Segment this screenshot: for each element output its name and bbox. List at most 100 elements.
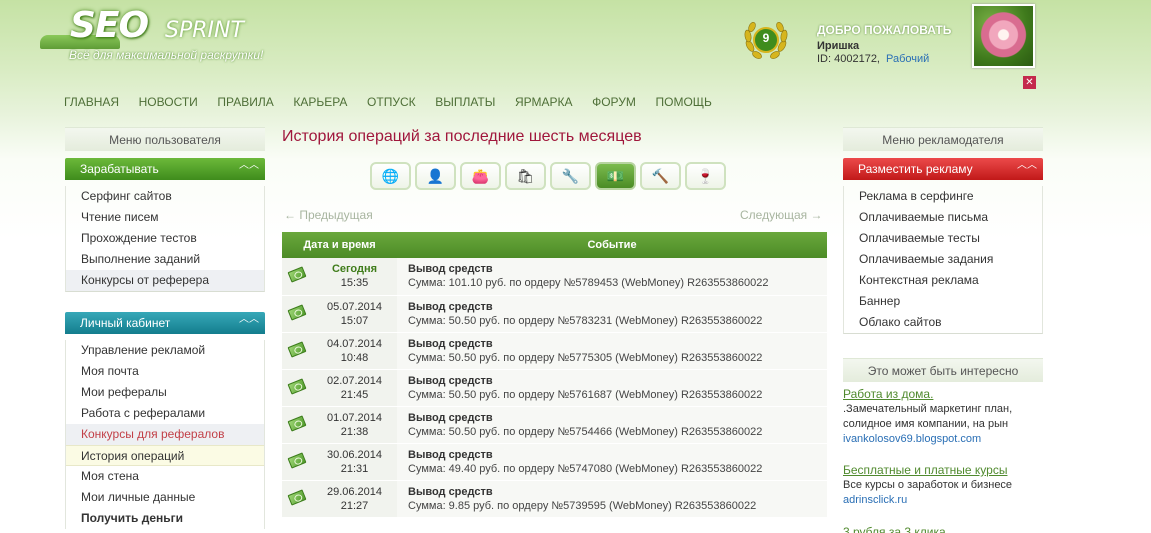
shopping-bag-icon: 🛍 (516, 167, 535, 184)
chevron-up-icon[interactable]: ︿︿ (239, 314, 259, 326)
globe-icon: 🌐 (381, 167, 400, 184)
nav-career[interactable]: КАРЬЕРА (293, 95, 347, 109)
nav-payouts[interactable]: ВЫПЛАТЫ (435, 95, 495, 109)
row-time: 15:35 (340, 277, 369, 290)
menu-item-operation-history[interactable]: История операций (66, 445, 264, 466)
avatar[interactable] (972, 4, 1035, 68)
menu-item-banner[interactable]: Баннер (844, 291, 1042, 312)
nav-home[interactable]: ГЛАВНАЯ (64, 95, 119, 109)
row-event-title: Вывод средств (408, 485, 493, 498)
menu-item-ad-management[interactable]: Управление рекламой (66, 340, 264, 361)
menu-item-my-wall[interactable]: Моя стена (66, 466, 264, 487)
row-time: 21:45 (340, 388, 369, 401)
user-status-link[interactable]: Рабочий (886, 53, 929, 65)
menu-item-work-referrals[interactable]: Работа с рефералами (66, 403, 264, 424)
close-icon[interactable]: ✕ (1023, 76, 1036, 89)
row-date-cell: Сегодня 15:35 (312, 258, 397, 296)
site-logo[interactable]: SEO SPRINT Всё для максимальной раскрутк… (40, 5, 290, 65)
row-date: 29.06.2014 (326, 485, 383, 498)
money-icon (287, 266, 307, 283)
filter-button-shopping-bag[interactable]: 🛍 (505, 162, 546, 190)
row-date-cell: 01.07.2014 21:38 (312, 406, 397, 444)
earn-section-header[interactable]: Зарабатывать ︿︿ (65, 158, 265, 180)
menu-item-my-referrals[interactable]: Мои рефералы (66, 382, 264, 403)
menu-item-get-money[interactable]: Получить деньги (66, 508, 264, 529)
row-event-cell: Вывод средств Сумма: 50.50 руб. по ордеру… (397, 406, 827, 444)
ad-title-link[interactable]: Бесплатные и платные курсы (843, 462, 1043, 478)
money-icon (287, 451, 307, 469)
user-id-line: ID: 4002172, Рабочий (817, 53, 929, 65)
menu-item-surf-ads[interactable]: Реклама в серфинге (844, 186, 1042, 207)
nav-rules[interactable]: ПРАВИЛА (217, 95, 273, 109)
row-date: 05.07.2014 (326, 300, 383, 313)
tools-icon: 🔧 (561, 167, 580, 184)
filter-button-wallet[interactable]: 👛 (460, 162, 501, 190)
menu-item-paid-tasks[interactable]: Оплачиваемые задания (844, 249, 1042, 270)
row-event-cell: Вывод средств Сумма: 50.50 руб. по ордеру… (397, 332, 827, 370)
menu-item-read-mail[interactable]: Чтение писем (66, 207, 264, 228)
menu-item-context-ads[interactable]: Контекстная реклама (844, 270, 1042, 291)
row-event-cell: Вывод средств Сумма: 101.10 руб. по ордер… (397, 258, 827, 296)
row-icon-cell (282, 369, 312, 407)
filter-button-hammer[interactable]: 🔨 (640, 162, 681, 190)
ad-block: Бесплатные и платные курсы Все курсы о з… (843, 462, 1043, 508)
row-time: 15:07 (340, 314, 369, 327)
ad-url-link[interactable]: ivankolosov69.blogspot.com (843, 432, 1043, 447)
ad-block: 3 рубля за 3 клика (843, 524, 1043, 533)
chevron-up-icon[interactable]: ︿︿ (239, 160, 259, 172)
nav-help[interactable]: ПОМОЩЬ (656, 95, 712, 109)
filter-button-user[interactable]: 👤 (415, 162, 456, 190)
next-page-link[interactable]: Следующая → (740, 208, 822, 222)
cabinet-section-label: Личный кабинет (80, 316, 171, 330)
row-event-detail: Сумма: 9.85 руб. по ордеру №5739595 (Web… (408, 499, 757, 512)
row-date: 04.07.2014 (326, 337, 383, 350)
prev-page-link[interactable]: ← Предыдущая (284, 208, 373, 222)
menu-item-surfing[interactable]: Серфинг сайтов (66, 186, 264, 207)
nav-vacation[interactable]: ОТПУСК (367, 95, 416, 109)
nav-fair[interactable]: ЯРМАРКА (515, 95, 573, 109)
advertiser-menu-title: Меню рекламодателя (843, 127, 1043, 151)
earn-section-label: Зарабатывать (80, 162, 159, 176)
ad-url-link[interactable]: adrinsclick.ru (843, 493, 1043, 508)
menu-item-referrer-contests[interactable]: Конкурсы от реферера (66, 270, 264, 291)
menu-item-personal-data[interactable]: Мои личные данные (66, 487, 264, 508)
place-ad-section-header[interactable]: Разместить рекламу ︿︿ (843, 158, 1043, 180)
row-event-title: Вывод средств (408, 263, 493, 276)
menu-item-tasks[interactable]: Выполнение заданий (66, 249, 264, 270)
wallet-icon: 👛 (471, 167, 490, 184)
table-row: 02.07.2014 21:45 Вывод средств Сумма: 50.50… (282, 369, 827, 407)
row-event-cell: Вывод средств Сумма: 49.40 руб. по ордеру… (397, 443, 827, 481)
row-date-cell: 29.06.2014 21:27 (312, 480, 397, 518)
filter-button-wine-glass[interactable]: 🍷 (685, 162, 726, 190)
filter-button-globe[interactable]: 🌐 (370, 162, 411, 190)
chevron-up-icon[interactable]: ︿︿ (1017, 160, 1037, 172)
level-badge[interactable]: 9 (742, 16, 790, 64)
user-icon: 👤 (426, 167, 445, 184)
nav-news[interactable]: НОВОСТИ (139, 95, 198, 109)
table-row: 29.06.2014 21:27 Вывод средств Сумма: 9.85 … (282, 480, 827, 518)
ad-title-link[interactable]: Работа из дома. (843, 386, 1043, 402)
logo-seo-text: SEO (70, 5, 149, 46)
row-date-cell: 05.07.2014 15:07 (312, 295, 397, 333)
row-icon-cell (282, 406, 312, 444)
user-menu-title: Меню пользователя (65, 127, 265, 151)
money-icon (287, 414, 307, 432)
row-icon-cell (282, 295, 312, 333)
money-icon: 💵 (606, 167, 625, 184)
menu-item-paid-mail[interactable]: Оплачиваемые письма (844, 207, 1042, 228)
menu-item-site-cloud[interactable]: Облако сайтов (844, 312, 1042, 333)
menu-item-tests[interactable]: Прохождение тестов (66, 228, 264, 249)
filter-button-tools[interactable]: 🔧 (550, 162, 591, 190)
filter-button-money[interactable]: 💵 (595, 162, 636, 190)
nav-forum[interactable]: ФОРУМ (592, 95, 636, 109)
cabinet-section-header[interactable]: Личный кабинет ︿︿ (65, 312, 265, 334)
menu-item-my-mail[interactable]: Моя почта (66, 361, 264, 382)
row-icon-cell (282, 332, 312, 370)
row-date-cell: 04.07.2014 10:48 (312, 332, 397, 370)
menu-item-referral-contests[interactable]: Конкурсы для рефералов (66, 424, 264, 445)
table-row: 30.06.2014 21:31 Вывод средств Сумма: 49.40… (282, 443, 827, 481)
row-event-cell: Вывод средств Сумма: 50.50 руб. по ордеру… (397, 369, 827, 407)
username[interactable]: Иришка (817, 40, 859, 52)
menu-item-paid-tests[interactable]: Оплачиваемые тесты (844, 228, 1042, 249)
ad-title-link[interactable]: 3 рубля за 3 клика (843, 524, 1043, 533)
